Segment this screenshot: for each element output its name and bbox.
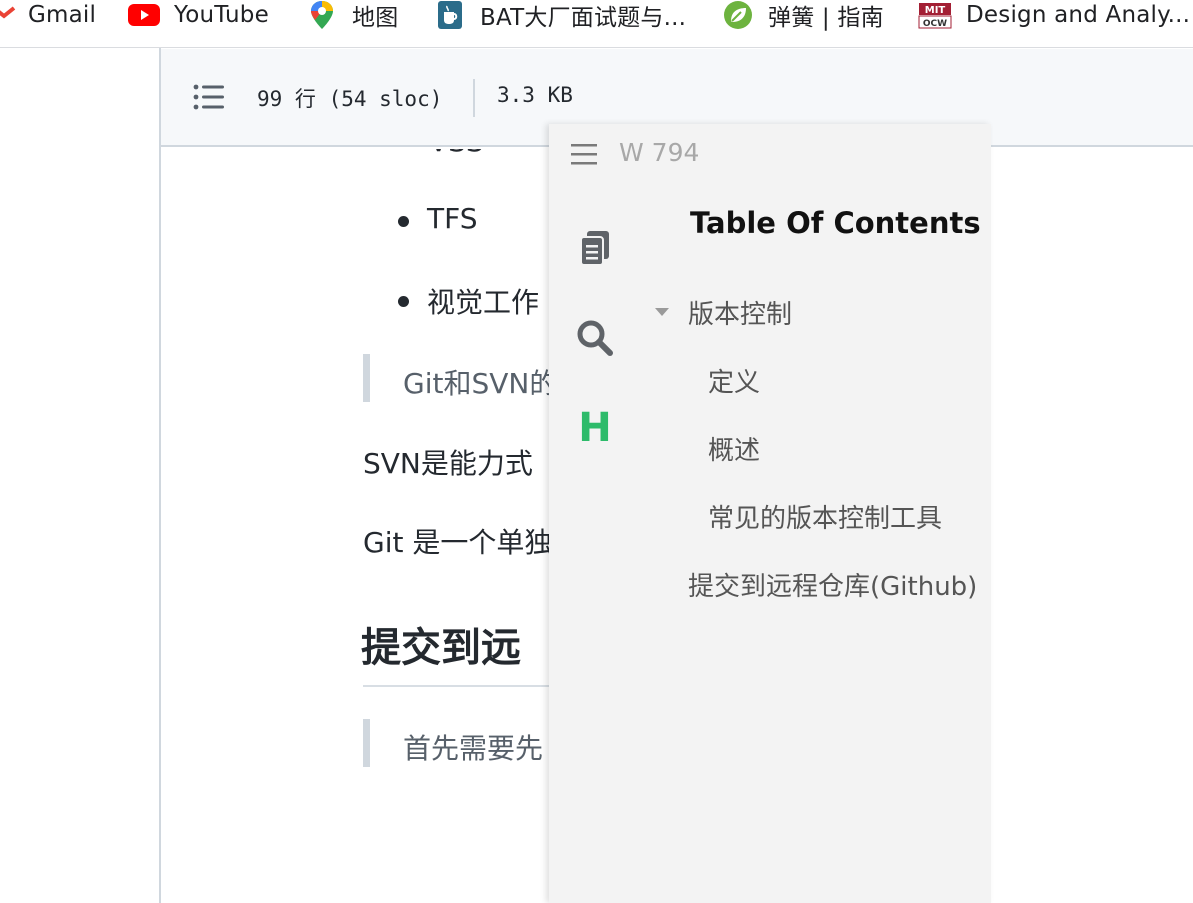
blockquote-text: Git和SVN的 xyxy=(403,367,558,400)
blockquote-text: 首先需要先 xyxy=(403,732,544,765)
paragraph-svn: SVN是能力式 xyxy=(363,447,533,480)
list-item-tfs: TFS xyxy=(427,202,478,235)
youtube-icon xyxy=(128,0,160,30)
word-count: W 794 xyxy=(619,138,700,167)
meta-divider xyxy=(473,79,475,117)
svg-text:MIT: MIT xyxy=(925,5,946,16)
toc-sidebar: W 794 H Table Of Contents 版本控制 定义 概述 常见的… xyxy=(549,124,991,903)
gmail-icon xyxy=(0,0,16,30)
bookmark-label: Gmail xyxy=(28,2,97,28)
search-icon[interactable] xyxy=(573,316,617,360)
maps-pin-icon xyxy=(306,0,338,30)
java-cup-icon xyxy=(434,0,466,30)
outline-list-icon[interactable] xyxy=(193,83,225,111)
heading-tool-label: H xyxy=(578,405,612,451)
list-item-visual: 视觉工作 xyxy=(427,286,540,319)
bookmark-spring[interactable]: 弹簧 | 指南 xyxy=(722,0,884,31)
blockquote-bar xyxy=(363,354,370,402)
hamburger-menu-icon[interactable] xyxy=(571,142,597,166)
svg-text:OCW: OCW xyxy=(923,19,947,29)
mit-ocw-icon: MIT OCW xyxy=(918,0,952,30)
toc-item-common-tools[interactable]: 常见的版本控制工具 xyxy=(708,498,942,535)
bookmark-mit[interactable]: MIT OCW Design and Analy... xyxy=(918,0,1190,30)
spring-leaf-icon xyxy=(722,0,754,30)
bookmark-youtube[interactable]: YouTube xyxy=(128,0,269,30)
paragraph-git: Git 是一个单独 xyxy=(363,526,553,559)
bookmark-gmail[interactable]: Gmail xyxy=(0,0,96,30)
blockquote-bar xyxy=(363,719,370,767)
heading-icon[interactable]: H xyxy=(573,405,617,451)
bookmark-label: YouTube xyxy=(174,2,269,28)
bookmark-maps[interactable]: 地图 xyxy=(306,0,399,31)
bookmark-bat[interactable]: BAT大厂面试题与... xyxy=(434,0,687,31)
bookmark-label: Design and Analy... xyxy=(966,2,1191,28)
list-item-vss: VSS xyxy=(429,149,484,158)
toc-item-version-control[interactable]: 版本控制 xyxy=(688,294,792,331)
file-size: 3.3 KB xyxy=(497,83,573,107)
bookmark-label: 地图 xyxy=(352,5,399,31)
toc-title: Table Of Contents xyxy=(690,206,981,240)
toc-item-overview[interactable]: 概述 xyxy=(708,430,760,467)
heading-commit-remote: 提交到远 xyxy=(361,625,521,671)
file-line-count: 99 行 (54 sloc) xyxy=(257,87,443,111)
bookmark-label: 弹簧 | 指南 xyxy=(768,5,884,31)
list-bullet xyxy=(398,296,409,307)
bookmark-label: BAT大厂面试题与... xyxy=(480,5,687,31)
toc-item-definition[interactable]: 定义 xyxy=(708,362,760,399)
toc-item-commit-github[interactable]: 提交到远程仓库(Github) xyxy=(688,566,977,603)
files-icon[interactable] xyxy=(573,226,617,270)
bookmarks-bar: Gmail YouTube 地图 BAT大厂面试题与... 弹簧 | 指南 MI… xyxy=(0,0,1193,48)
collapse-caret-icon[interactable] xyxy=(655,308,669,316)
list-bullet xyxy=(398,216,409,227)
